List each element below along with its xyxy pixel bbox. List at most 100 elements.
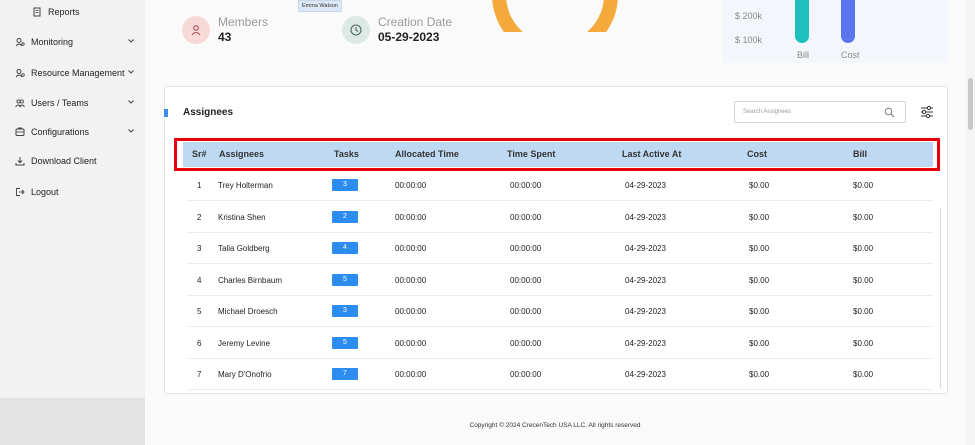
table-row[interactable]: 2 Kristina Shen 00:00:00 00:00:00 04-29-2023… <box>187 202 933 233</box>
cell-time-spent: 00:00:00 <box>510 338 542 348</box>
logout-icon <box>14 186 26 198</box>
cell-last-active: 04-29-2023 <box>625 275 666 285</box>
tasks-badge[interactable]: 4 <box>332 242 358 254</box>
creation-date-stat: Creation Date 05-29-2023 <box>342 15 453 45</box>
tasks-badge[interactable]: 7 <box>332 368 358 380</box>
tasks-badge[interactable]: 2 <box>332 210 358 223</box>
cell-allocated-time: 00:00:00 <box>395 244 427 253</box>
cell-time-spent: 00:00:00 <box>510 307 542 316</box>
clock-icon <box>342 16 370 44</box>
cell-cost: $0.00 <box>749 212 770 222</box>
y-tick-label: $ 100k <box>735 35 763 45</box>
sidebar-item-resource-management[interactable]: Resource Management <box>0 62 145 84</box>
cell-time-spent: 00:00:00 <box>510 212 542 222</box>
cell-last-active: 04-29-2023 <box>625 181 666 190</box>
tasks-badge[interactable]: 3 <box>332 179 358 191</box>
cell-bill: $0.00 <box>853 307 874 316</box>
table-row[interactable]: 5 Michael Droesch 00:00:00 00:00:00 04-29-20… <box>187 296 933 327</box>
donut-chart <box>492 0 618 32</box>
cell-last-active: 04-29-2023 <box>625 244 666 253</box>
cell-last-active: 04-29-2023 <box>625 307 666 316</box>
cell-last-active: 04-29-2023 <box>625 212 666 222</box>
search-input[interactable]: Search Assignees <box>734 101 906 123</box>
y-tick-label: $ 200k <box>735 11 763 21</box>
cell-cost: $0.00 <box>749 370 770 379</box>
creation-date-label: Creation Date <box>378 15 453 29</box>
chevron-down-icon[interactable] <box>127 98 135 106</box>
sidebar-item-logout[interactable]: Logout <box>0 181 145 203</box>
cell-last-active: 04-29-2023 <box>625 338 666 348</box>
table-row[interactable]: 6 Jeremy Levine 00:00:00 00:00:00 04-29-2023… <box>187 328 933 359</box>
cell-sr: 3 <box>197 244 202 253</box>
cell-bill: $0.00 <box>853 181 874 190</box>
monitoring-icon <box>14 36 26 48</box>
search-placeholder: Search Assignees <box>743 109 792 115</box>
x-tick-label: Cost <box>841 50 860 60</box>
cell-assignee: Talia Goldberg <box>218 244 270 253</box>
assignees-title: Assignees <box>183 107 234 118</box>
cell-cost: $0.00 <box>749 275 770 285</box>
sidebar-item-label: Users / Teams <box>31 98 89 108</box>
cell-time-spent: 00:00:00 <box>510 275 542 285</box>
footer-copyright: Copyright © 2024 CrecenTech USA LLC. All… <box>469 422 641 429</box>
sidebar-item-configurations[interactable]: Configurations <box>0 121 145 143</box>
cell-assignee: Kristina Shen <box>218 212 266 222</box>
cell-allocated-time: 00:00:00 <box>395 338 427 348</box>
table-row[interactable]: 4 Charles Birnbaum 00:00:00 00:00:00 04-29-2… <box>187 265 933 296</box>
scrollbar-thumb[interactable] <box>968 78 973 130</box>
chevron-down-icon[interactable] <box>127 68 135 76</box>
cell-last-active: 04-29-2023 <box>625 370 666 379</box>
cell-time-spent: 00:00:00 <box>510 181 542 190</box>
page-scrollbar[interactable] <box>965 0 975 445</box>
creation-date-value: 05-29-2023 <box>378 30 440 44</box>
members-stat: Members 43 <box>182 15 269 45</box>
bar-bill <box>795 0 809 43</box>
members-label: Members <box>218 15 269 29</box>
sidebar-item-monitoring[interactable]: Monitoring <box>0 31 145 53</box>
report-icon <box>31 6 43 18</box>
chevron-down-icon[interactable] <box>127 37 135 45</box>
cell-bill: $0.00 <box>853 275 874 285</box>
cell-cost: $0.00 <box>749 338 770 348</box>
search-icon[interactable] <box>884 107 895 118</box>
tasks-badge[interactable]: 5 <box>332 336 358 349</box>
sidebar-footer <box>0 398 145 445</box>
cell-sr: 4 <box>197 275 202 285</box>
members-value: 43 <box>218 30 232 44</box>
download-icon <box>14 155 26 167</box>
cell-allocated-time: 00:00:00 <box>395 370 427 379</box>
cell-cost: $0.00 <box>749 244 770 253</box>
sidebar-item-download-client[interactable]: Download Client <box>0 150 145 172</box>
chevron-down-icon[interactable] <box>127 127 135 135</box>
cell-allocated-time: 00:00:00 <box>395 181 427 190</box>
configurations-icon <box>14 126 26 138</box>
table-row[interactable]: 1 Trey Holterman 00:00:00 00:00:00 04-29-202… <box>187 170 933 201</box>
cell-bill: $0.00 <box>853 338 874 348</box>
cell-cost: $0.00 <box>749 181 770 190</box>
cell-cost: $0.00 <box>749 307 770 316</box>
tasks-badge[interactable]: 5 <box>332 273 358 286</box>
tooltip: Emma Watson <box>298 0 342 12</box>
cell-sr: 7 <box>197 370 202 379</box>
bill-cost-chart: $ 200k $ 100k Bill Cost <box>723 0 948 63</box>
sidebar-item-reports[interactable]: Reports <box>0 1 145 23</box>
cell-sr: 2 <box>197 212 202 222</box>
bar-cost <box>841 0 855 43</box>
cell-bill: $0.00 <box>853 370 874 379</box>
cell-assignee: Jeremy Levine <box>218 338 271 348</box>
sidebar-item-label: Configurations <box>31 127 90 137</box>
tasks-badge[interactable]: 3 <box>332 305 358 317</box>
table-scrollbar[interactable] <box>940 208 941 388</box>
sidebar: Reports Monitoring Resource Management U… <box>0 0 145 445</box>
sidebar-item-users-teams[interactable]: Users / Teams <box>0 92 145 114</box>
cell-sr: 6 <box>197 338 202 348</box>
cell-sr: 5 <box>197 307 202 316</box>
cell-allocated-time: 00:00:00 <box>395 275 427 285</box>
filter-settings-icon[interactable] <box>919 104 935 120</box>
x-tick-label: Bill <box>797 50 810 60</box>
cell-allocated-time: 00:00:00 <box>395 307 427 316</box>
sidebar-item-label: Download Client <box>31 156 97 166</box>
table-row[interactable]: 7 Mary D'Onofrio 00:00:00 00:00:00 04-29-202… <box>187 359 933 390</box>
cell-time-spent: 00:00:00 <box>510 370 542 379</box>
table-row[interactable]: 3 Talia Goldberg 00:00:00 00:00:00 04-29-202… <box>187 233 933 264</box>
